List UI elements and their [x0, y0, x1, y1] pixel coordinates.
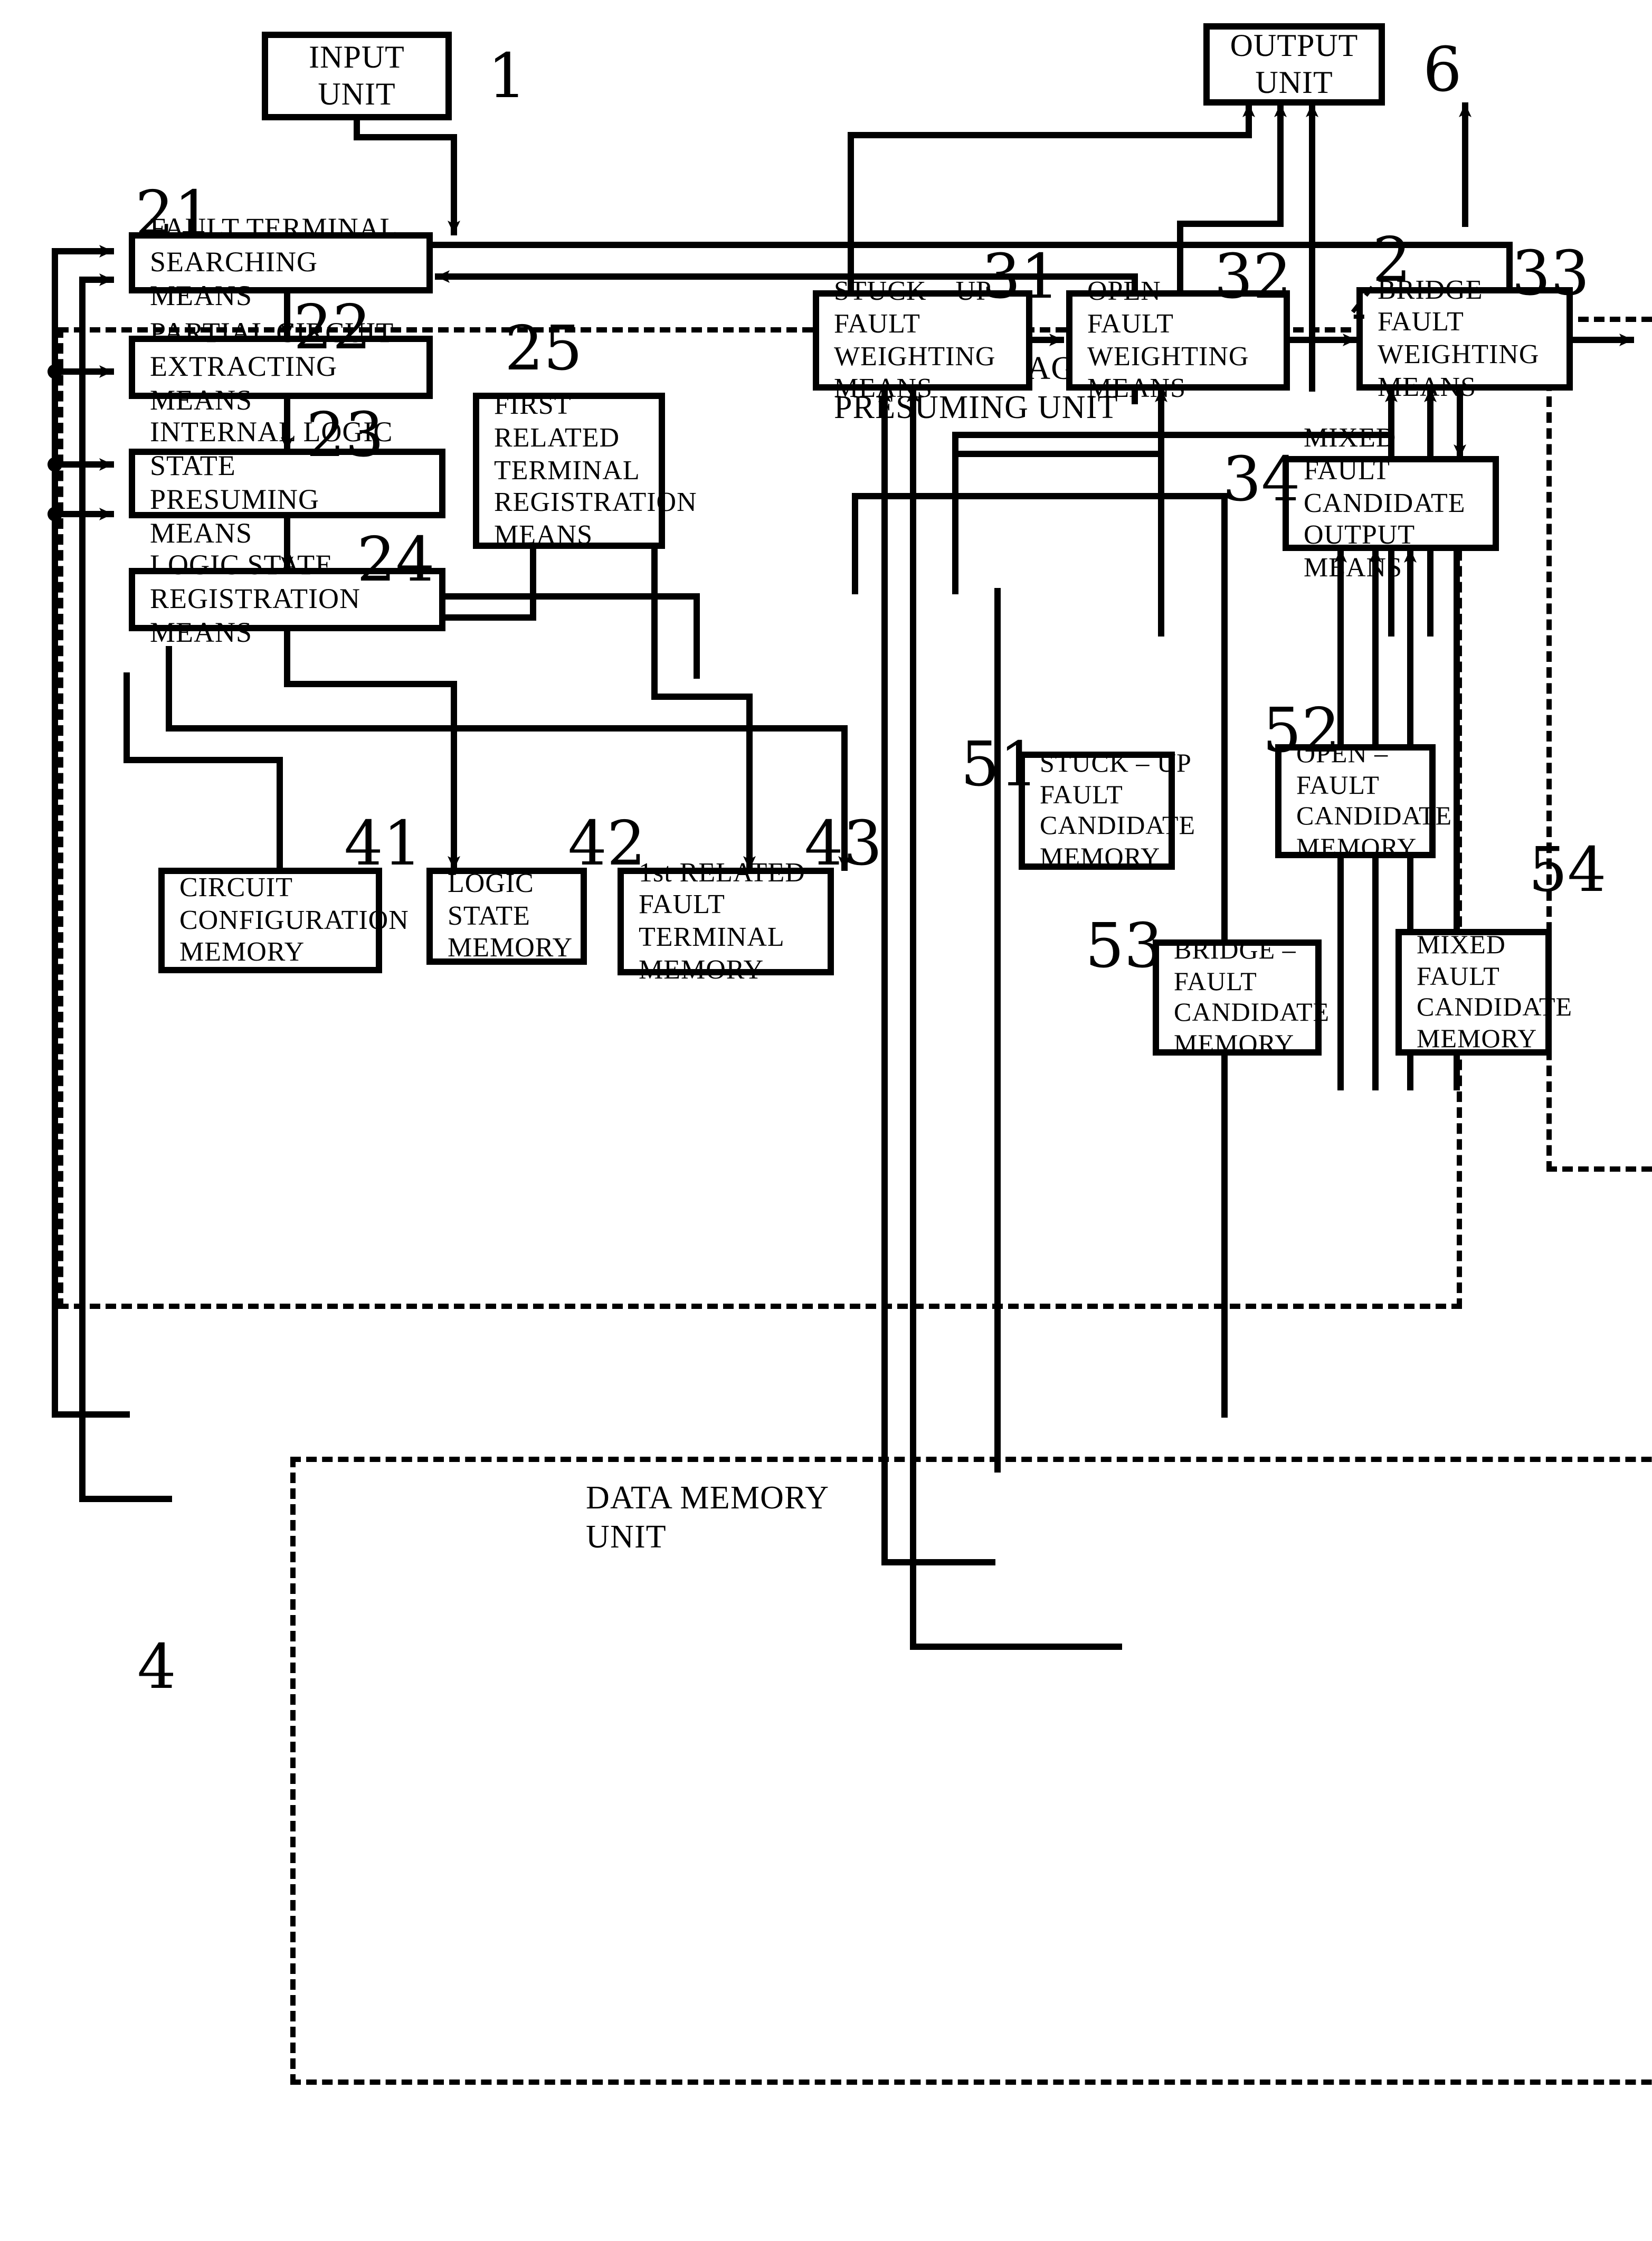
ref-numeral-33: 33	[1512, 238, 1590, 309]
ref-numeral-41: 41	[344, 808, 422, 879]
group-data-memory-unit	[290, 1457, 1652, 2085]
ref-numeral-6: 6	[1423, 34, 1462, 106]
ref-numeral-53: 53	[1085, 910, 1163, 982]
block-mixed-fault-candidate-output-means[interactable]: MIXED FAULT CANDIDATE OUTPUT MEANS	[1283, 423, 1499, 583]
ref-numeral-22: 22	[293, 291, 372, 363]
ref-numeral-1: 1	[488, 40, 527, 112]
block-first-related-fault-terminal-memory[interactable]: 1st RELATED FAULT TERMINAL MEMORY	[618, 857, 834, 984]
block-partial-circuit-extracting-means[interactable]: PARTIAL CIRCUIT EXTRACTING MEANS	[129, 317, 433, 416]
block-first-related-terminal-registration-means[interactable]: FIRST RELATED TERMINAL REGISTRATION MEAN…	[473, 390, 697, 550]
ref-numeral-51: 51	[961, 728, 1039, 800]
group-label-data-memory: DATA MEMORY UNIT	[586, 1479, 830, 1555]
ref-numeral-4: 4	[137, 1631, 176, 1703]
block-mixed-fault-candidate-memory[interactable]: MIXED FAULT CANDIDATE MEMORY	[1395, 929, 1572, 1056]
ref-numeral-52: 52	[1262, 695, 1341, 766]
ref-numeral-32: 32	[1214, 241, 1292, 312]
ref-numeral-21: 21	[135, 177, 213, 249]
ref-numeral-31: 31	[982, 241, 1060, 312]
block-output-unit[interactable]: OUTPUT UNIT	[1203, 23, 1385, 106]
block-bridge-fault-candidate-memory[interactable]: BRIDGE – FAULT CANDIDATE MEMORY	[1153, 936, 1329, 1058]
diagram-canvas: FAULT PROPAGATION PATH PRESUMING UNIT 2 …	[0, 0, 1652, 2085]
ref-numeral-54: 54	[1528, 834, 1607, 906]
block-circuit-configuration-memory[interactable]: CIRCUIT CONFIGURATION MEMORY	[158, 868, 409, 973]
ref-numeral-25: 25	[505, 312, 583, 384]
block-logic-state-memory[interactable]: LOGIC STATE MEMORY	[426, 868, 587, 965]
block-stuck-up-fault-candidate-memory[interactable]: STUCK – UP FAULT CANDIDATE MEMORY	[1019, 749, 1195, 871]
block-internal-logic-state-presuming-means[interactable]: INTERNAL LOGIC STATE PRESUMING MEANS	[129, 416, 445, 549]
ref-numeral-34: 34	[1222, 443, 1300, 515]
ref-numeral-43: 43	[804, 808, 882, 879]
block-input-unit[interactable]: INPUT UNIT	[262, 32, 452, 120]
ref-numeral-23: 23	[306, 399, 384, 471]
ref-numeral-24: 24	[357, 524, 435, 595]
